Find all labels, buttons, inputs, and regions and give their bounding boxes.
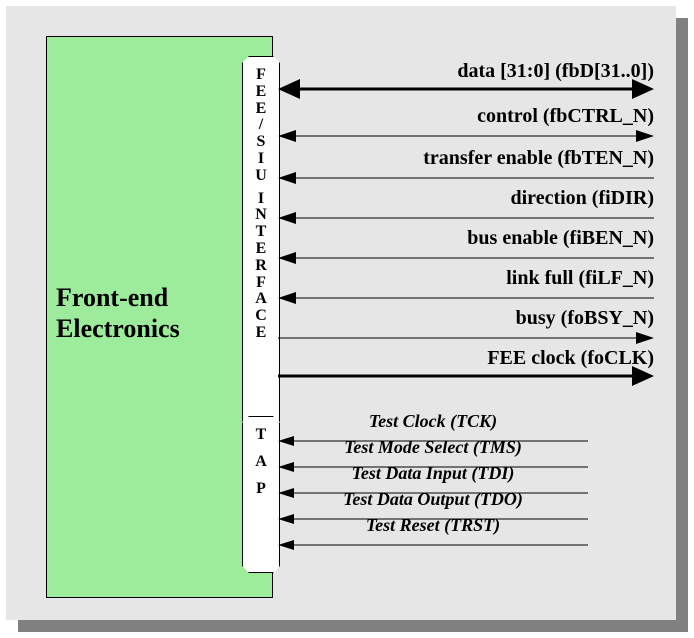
signal-label: direction (fiDIR) bbox=[278, 187, 654, 210]
signal-label: transfer enable (fbTEN_N) bbox=[278, 147, 654, 170]
panel: Front-end Electronics FEE/SIU INTERFACE … bbox=[6, 6, 676, 620]
signal-label: link full (fiLF_N) bbox=[278, 267, 654, 290]
signal-bus-enable: bus enable (fiBEN_N) bbox=[278, 228, 654, 268]
signal-direction: direction (fiDIR) bbox=[278, 188, 654, 228]
front-end-label-line1: Front-end bbox=[56, 283, 168, 312]
signal-fee-clock: FEE clock (foCLK) bbox=[278, 348, 654, 388]
signal-link-full: link full (fiLF_N) bbox=[278, 268, 654, 308]
signal-label: Test Reset (TRST) bbox=[278, 515, 588, 536]
tap-chip: TAP bbox=[242, 416, 280, 573]
fee-siu-interface-chip: FEE/SIU INTERFACE bbox=[242, 56, 280, 428]
signal-label: busy (foBSY_N) bbox=[278, 307, 654, 330]
signal-label: bus enable (fiBEN_N) bbox=[278, 227, 654, 250]
signal-trst: Test Reset (TRST) bbox=[278, 514, 588, 554]
diagram-root: Front-end Electronics FEE/SIU INTERFACE … bbox=[0, 0, 694, 638]
signal-label: Test Mode Select (TMS) bbox=[278, 437, 588, 458]
signal-busy: busy (foBSY_N) bbox=[278, 308, 654, 348]
signal-label: Test Data Input (TDI) bbox=[278, 463, 588, 484]
front-end-label: Front-end Electronics bbox=[56, 282, 180, 344]
tap-chip-text: TAP bbox=[243, 427, 279, 497]
signal-label: Test Clock (TCK) bbox=[278, 411, 588, 432]
front-end-label-line2: Electronics bbox=[56, 314, 180, 343]
fee-siu-chip-text: FEE/SIU INTERFACE bbox=[243, 67, 279, 342]
signal-transfer-enable: transfer enable (fbTEN_N) bbox=[278, 148, 654, 188]
signal-label: control (fbCTRL_N) bbox=[278, 105, 654, 128]
signal-label: Test Data Output (TDO) bbox=[278, 489, 588, 510]
signal-control: control (fbCTRL_N) bbox=[278, 106, 654, 146]
signal-data-bus: data [31:0] (fbD[31..0]) bbox=[278, 61, 654, 101]
